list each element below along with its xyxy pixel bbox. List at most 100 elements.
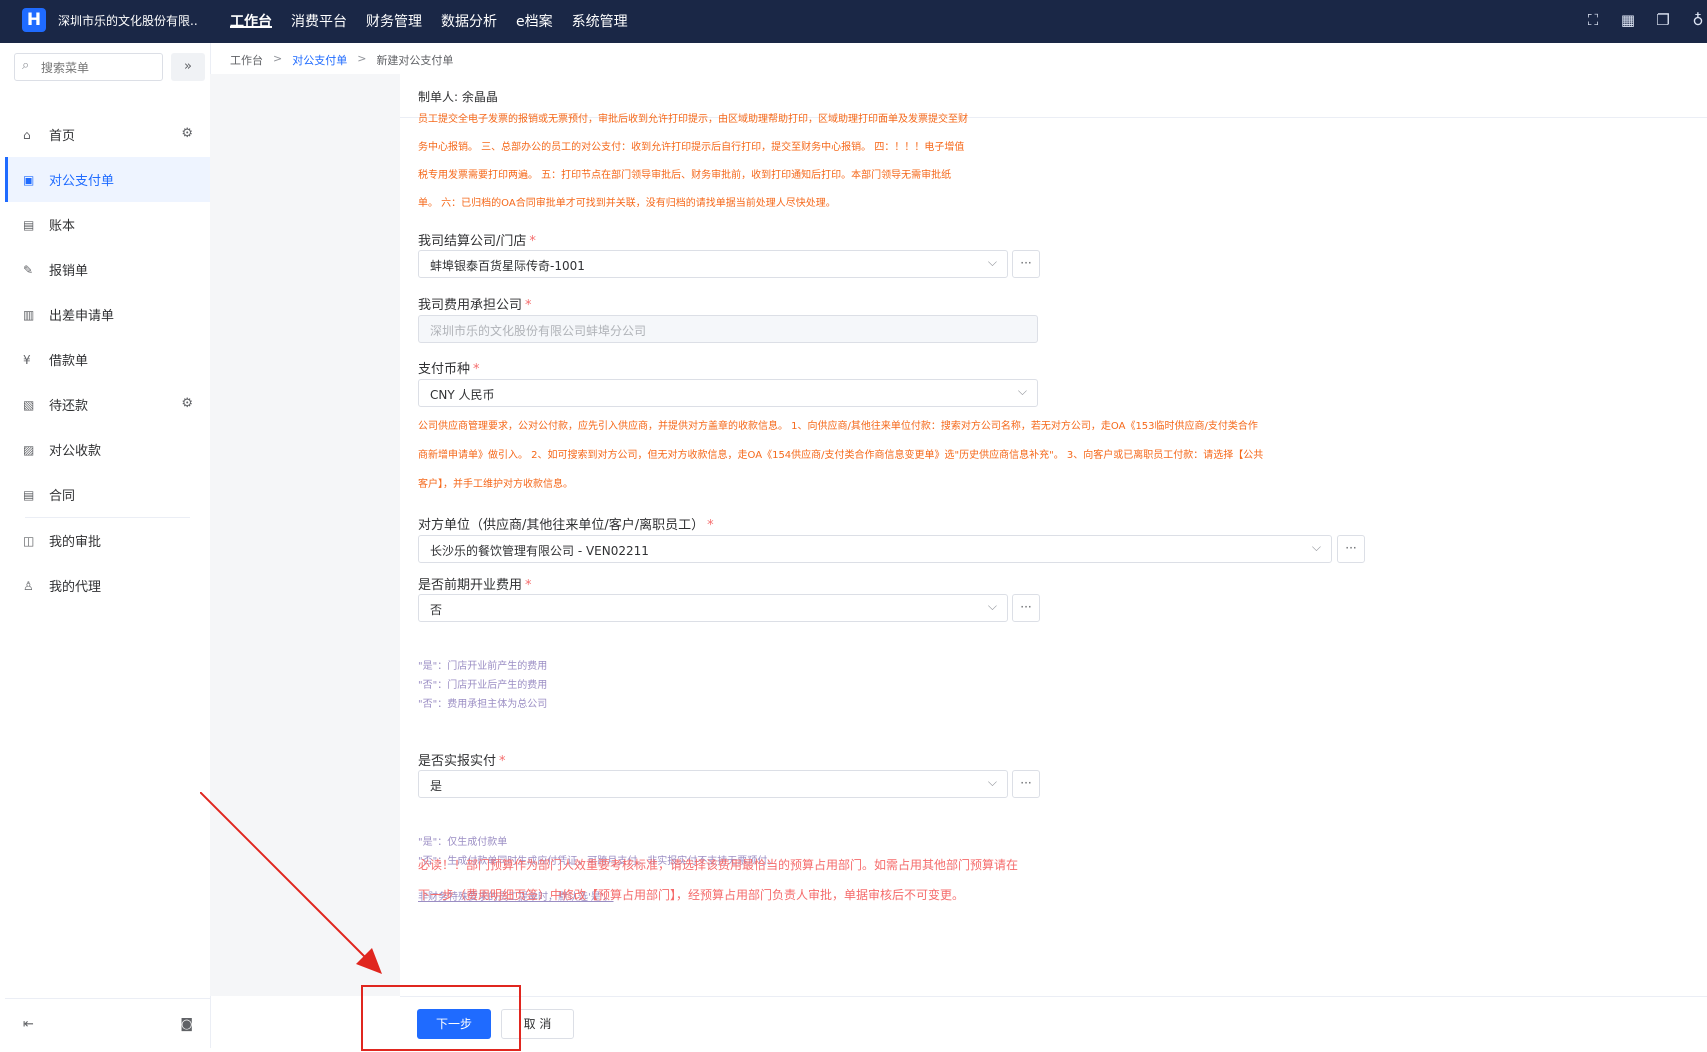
sidebar-item-label: 我的审批 xyxy=(49,535,102,550)
breadcrumb-separator-icon: > xyxy=(273,52,283,65)
field-label-text: 支付币种 xyxy=(418,362,471,377)
sidebar-item-payment[interactable]: ▣ 对公支付单 xyxy=(5,157,210,202)
cost-company-field: 深圳市乐的文化股份有限公司蚌埠分公司 xyxy=(418,315,1038,343)
budget-notice: 必读！！部门预算作为部门人效重要考核标准，请选择该费用最恰当的预算占用部门。如需… xyxy=(418,858,1018,902)
gear-icon[interactable]: ⚙ xyxy=(181,126,193,141)
app-logo[interactable]: H xyxy=(22,8,46,32)
notice-line: 单。 六：已归档的OA合同审批单才可找到并关联，没有归档的请找单据当前处理人尽快… xyxy=(418,198,836,209)
notice-line: 税专用发票需要打印两遍。 五：打印节点在部门领导审批后、财务审批前，收到打印通知… xyxy=(418,170,952,181)
gear-icon[interactable]: ⚙ xyxy=(181,396,193,411)
bulb-icon[interactable]: ♁ xyxy=(1689,11,1707,29)
required-mark: * xyxy=(529,234,536,249)
sidebar: ⌕ » ⌂ 首页 ⚙ ▣ 对公支付单 ▤ 账本 ✎ 报销单 ▥ 出差申请单 ¥ … xyxy=(5,43,211,1048)
select-value: CNY 人民币 xyxy=(430,388,495,402)
sidebar-item-travel[interactable]: ▥ 出差申请单 xyxy=(5,292,210,337)
fullscreen-icon[interactable]: ⛶ xyxy=(1584,11,1602,29)
apps-grid-icon[interactable]: ▦ xyxy=(1619,11,1637,29)
select-value: 是 xyxy=(430,779,443,793)
counterparty-select[interactable]: 长沙乐的餐饮管理有限公司 - VEN02211 ⌵ xyxy=(418,535,1332,563)
search-icon: ⌕ xyxy=(22,58,30,73)
menu-search[interactable]: ⌕ xyxy=(14,53,163,81)
notice-line: 务中心报销。 三、总部办公的员工的对公支付：收到允许打印提示后自行打印，提交至财… xyxy=(418,142,965,153)
settle-company-select[interactable]: 蚌埠银泰百货星际传奇-1001 ⌵ xyxy=(418,250,1008,278)
breadcrumb-separator-icon: > xyxy=(357,52,367,65)
sidebar-item-approval[interactable]: ◫ 我的审批 xyxy=(5,518,210,563)
field-label-text: 我司结算公司/门店 xyxy=(418,234,527,249)
actual-payment-more-button[interactable]: ··· xyxy=(1012,770,1040,798)
top-nav-consumption[interactable]: 消费平台 xyxy=(291,0,347,43)
expand-menu-button[interactable]: » xyxy=(171,53,205,81)
sidebar-item-loan[interactable]: ¥ 借款单 xyxy=(5,337,210,382)
pre-opening-more-button[interactable]: ··· xyxy=(1012,594,1040,622)
approval-icon: ◫ xyxy=(23,533,35,548)
top-nav-system[interactable]: 系统管理 xyxy=(572,0,628,43)
field-label-text: 是否实报实付 xyxy=(418,754,497,769)
menu-search-input[interactable] xyxy=(39,57,158,79)
sidebar-item-repay[interactable]: ▧ 待还款 ⚙ xyxy=(5,382,210,427)
supplier-notice-line: 客户】，并手工维护对方收款信息。 xyxy=(418,479,573,490)
sidebar-item-label: 首页 xyxy=(49,129,76,144)
annotation-highlight-box xyxy=(361,985,521,1051)
required-mark: * xyxy=(525,578,532,593)
top-nav-analytics[interactable]: 数据分析 xyxy=(441,0,497,43)
chevron-down-icon: ⌵ xyxy=(1017,384,1027,398)
supplier-notice-line: 商新增申请单》做引入。 2、如可搜索到对方公司，但无对方收款信息，走OA《154… xyxy=(418,450,1264,461)
select-value: 长沙乐的餐饮管理有限公司 - VEN02211 xyxy=(430,544,649,558)
camera-icon[interactable]: ◙ xyxy=(180,1017,193,1032)
sidebar-item-label: 对公收款 xyxy=(49,444,102,459)
sidebar-item-label: 账本 xyxy=(49,219,76,234)
chevron-down-icon: ⌵ xyxy=(987,775,997,789)
chevron-down-icon: ⌵ xyxy=(987,255,997,269)
required-mark: * xyxy=(499,754,506,769)
required-mark: * xyxy=(473,362,480,377)
annotation-arrow-icon xyxy=(200,792,382,974)
breadcrumb-workbench[interactable]: 工作台 xyxy=(230,52,263,68)
company-name[interactable]: 深圳市乐的文化股份有限... xyxy=(58,12,198,29)
cost-company-label: 我司费用承担公司 * xyxy=(418,294,532,313)
sidebar-item-label: 对公支付单 xyxy=(49,174,115,189)
settle-company-more-button[interactable]: ··· xyxy=(1012,250,1040,278)
sidebar-item-receipt[interactable]: ▨ 对公收款 xyxy=(5,427,210,472)
field-label-text: 是否前期开业费用 xyxy=(418,578,523,593)
sidebar-footer: ⇤ ◙ xyxy=(5,998,210,1049)
top-nav-workbench[interactable]: 工作台 xyxy=(230,0,272,30)
currency-label: 支付币种 * xyxy=(418,358,480,377)
counterparty-more-button[interactable]: ··· xyxy=(1337,535,1365,563)
select-value: 蚌埠银泰百货星际传奇-1001 xyxy=(430,259,585,273)
top-nav-earchive[interactable]: e档案 xyxy=(516,0,553,43)
sidebar-item-contract[interactable]: ▤ 合同 xyxy=(5,472,210,517)
actual-payment-select[interactable]: 是 ⌵ xyxy=(418,770,1008,798)
collapse-sidebar-icon[interactable]: ⇤ xyxy=(23,1017,34,1032)
ledger-icon: ▤ xyxy=(23,217,35,232)
repay-icon: ▧ xyxy=(23,397,35,412)
sidebar-item-label: 合同 xyxy=(49,489,76,504)
currency-select[interactable]: CNY 人民币 ⌵ xyxy=(418,379,1038,407)
maker-value: 余晶晶 xyxy=(461,90,498,104)
windows-icon[interactable]: ❐ xyxy=(1654,11,1672,29)
chevron-down-icon: ⌵ xyxy=(987,599,997,613)
sidebar-menu: ⌂ 首页 ⚙ ▣ 对公支付单 ▤ 账本 ✎ 报销单 ▥ 出差申请单 ¥ 借款单 … xyxy=(5,112,210,608)
breadcrumb-payment[interactable]: 对公支付单 xyxy=(292,52,347,68)
top-nav-finance[interactable]: 财务管理 xyxy=(366,0,422,43)
top-nav: 工作台 消费平台 财务管理 数据分析 e档案 系统管理 xyxy=(230,0,647,43)
sidebar-item-reimburse[interactable]: ✎ 报销单 xyxy=(5,247,210,292)
sidebar-item-label: 我的代理 xyxy=(49,580,102,595)
select-value: 否 xyxy=(430,603,443,617)
required-mark: * xyxy=(707,518,714,533)
sidebar-item-proxy[interactable]: ♙ 我的代理 xyxy=(5,563,210,608)
reimburse-icon: ✎ xyxy=(23,262,34,277)
sidebar-item-home[interactable]: ⌂ 首页 ⚙ xyxy=(5,112,210,157)
sidebar-item-ledger[interactable]: ▤ 账本 xyxy=(5,202,210,247)
actual-payment-label: 是否实报实付 * xyxy=(418,750,506,769)
home-icon: ⌂ xyxy=(23,127,31,142)
payment-doc-icon: ▣ xyxy=(23,172,35,187)
pre-opening-label: 是否前期开业费用 * xyxy=(418,574,532,593)
sidebar-item-label: 报销单 xyxy=(49,264,89,279)
pre-opening-select[interactable]: 否 ⌵ xyxy=(418,594,1008,622)
supplier-notice-line: 公司供应商管理要求，公对公付款，应先引入供应商，并提供对方盖章的收款信息。 1、… xyxy=(418,421,1258,432)
contract-icon: ▤ xyxy=(23,487,35,502)
sidebar-item-label: 待还款 xyxy=(49,399,89,414)
required-mark: * xyxy=(525,298,532,313)
maker-label: 制单人: xyxy=(418,90,459,104)
field-label-text: 我司费用承担公司 xyxy=(418,298,523,313)
